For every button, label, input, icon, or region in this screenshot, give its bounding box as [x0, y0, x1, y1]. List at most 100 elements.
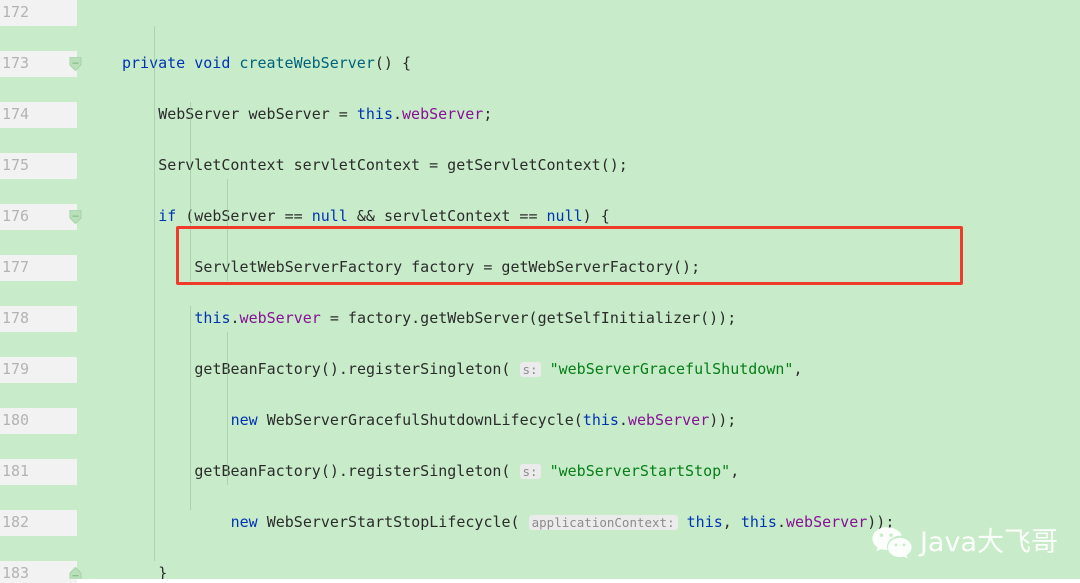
gutter[interactable]: 174	[0, 102, 77, 128]
code-line[interactable]: 181 getBeanFactory().registerSingleton( s…	[0, 459, 1080, 485]
code-token-pln: .	[776, 513, 786, 531]
code-token-pln: getBeanFactory().registerSingleton(	[194, 462, 511, 480]
code-line-text: getBeanFactory().registerSingleton( s: "…	[194, 357, 802, 383]
line-number: 174	[2, 105, 30, 123]
code-token-pln: ServletContext servletContext = getServl…	[158, 156, 628, 174]
code-token-kw: this	[194, 309, 231, 327]
gutter[interactable]: 181	[0, 459, 77, 485]
line-number: 172	[2, 3, 30, 21]
code-token-kw: if	[158, 207, 177, 225]
code-token-pln: ,	[730, 462, 740, 480]
code-line[interactable]: 172	[0, 0, 1080, 26]
code-token-pln: .	[618, 411, 628, 429]
code-token-pln: ) {	[582, 207, 610, 225]
code-token-kw: null	[546, 207, 583, 225]
code-line-text: new WebServerStartStopLifecycle( applica…	[231, 510, 895, 536]
gutter[interactable]: 179	[0, 357, 77, 383]
code-token-pln	[510, 462, 519, 480]
code-line-background	[77, 0, 1080, 26]
code-line-text: this.webServer = factory.getWebServer(ge…	[194, 306, 736, 332]
line-number: 175	[2, 156, 30, 174]
line-number: 180	[2, 411, 30, 429]
code-token-pln: ;	[483, 105, 493, 123]
code-line[interactable]: 177 ServletWebServerFactory factory = get…	[0, 255, 1080, 281]
code-token-kw: new	[230, 513, 258, 531]
code-token-kw: this	[356, 105, 393, 123]
code-line-text: ServletWebServerFactory factory = getWeb…	[194, 255, 700, 281]
code-token-pln: ));	[709, 411, 737, 429]
code-token-hint: s:	[519, 464, 541, 479]
code-token-pln: .	[230, 309, 240, 327]
gutter[interactable]: 172	[0, 0, 77, 26]
code-editor-viewport[interactable]: 172 173 private void createWebServer() {17…	[0, 0, 1080, 583]
code-token-fld: webServer	[786, 513, 868, 531]
gutter[interactable]: 178	[0, 306, 77, 332]
code-token-pln	[520, 513, 529, 531]
code-token-hint: s:	[519, 362, 541, 377]
line-number: 178	[2, 309, 30, 327]
code-line[interactable]: 178 this.webServer = factory.getWebServer…	[0, 306, 1080, 332]
code-token-kw: new	[230, 411, 258, 429]
code-token-pln	[678, 513, 687, 531]
code-token-pln: && servletContext ==	[347, 207, 547, 225]
code-token-pln: () {	[374, 54, 411, 72]
code-token-pln: ,	[722, 513, 741, 531]
gutter[interactable]: 177	[0, 255, 77, 281]
code-token-pln: ,	[793, 360, 803, 378]
code-token-pln	[541, 360, 550, 378]
code-token-fld: webServer	[239, 309, 321, 327]
code-line[interactable]: 174 WebServer webServer = this.webServer;	[0, 102, 1080, 128]
code-token-pln: getBeanFactory().registerSingleton(	[194, 360, 511, 378]
code-token-kw: this	[686, 513, 723, 531]
code-token-str: "webServerStartStop"	[549, 462, 731, 480]
code-token-kw: null	[311, 207, 348, 225]
line-number: 179	[2, 360, 30, 378]
gutter[interactable]: 173	[0, 51, 82, 77]
code-line-text: private void createWebServer() {	[122, 51, 411, 77]
gutter[interactable]: 180	[0, 408, 77, 434]
code-token-mdecl: createWebServer	[239, 54, 375, 72]
code-line-text: ServletContext servletContext = getServl…	[158, 153, 628, 179]
gutter[interactable]: 182	[0, 510, 77, 536]
viewport-bottom-edge-gutter	[0, 579, 77, 583]
code-line[interactable]: 179 getBeanFactory().registerSingleton( s…	[0, 357, 1080, 383]
code-token-pln	[510, 360, 519, 378]
code-token-pln: ));	[867, 513, 895, 531]
line-number: 177	[2, 258, 30, 276]
line-number: 182	[2, 513, 30, 531]
code-line-text: getBeanFactory().registerSingleton( s: "…	[194, 459, 739, 485]
code-token-kw: void	[194, 54, 231, 72]
code-token-pln: (webServer ==	[176, 207, 312, 225]
code-token-pln: WebServer webServer =	[158, 105, 357, 123]
code-token-pln	[185, 54, 194, 72]
code-line[interactable]: 176 if (webServer == null && servletConte…	[0, 204, 1080, 230]
gutter-divider	[76, 0, 77, 583]
code-token-pln	[541, 462, 550, 480]
line-number: 176	[2, 207, 30, 225]
code-token-kw: private	[122, 54, 186, 72]
code-line-text: new WebServerGracefulShutdownLifecycle(t…	[231, 408, 737, 434]
code-line[interactable]: 182 new WebServerStartStopLifecycle( appl…	[0, 510, 1080, 536]
code-token-pln: WebServerGracefulShutdownLifecycle(	[257, 411, 583, 429]
code-line-text: WebServer webServer = this.webServer;	[158, 102, 492, 128]
code-line[interactable]: 175 ServletContext servletContext = getSe…	[0, 153, 1080, 179]
code-token-hint: applicationContext:	[528, 515, 678, 530]
gutter[interactable]: 175	[0, 153, 77, 179]
line-number: 181	[2, 462, 30, 480]
viewport-bottom-edge	[0, 579, 1080, 583]
code-token-pln: WebServerStartStopLifecycle(	[257, 513, 520, 531]
code-token-pln: = factory.getWebServer(getSelfInitialize…	[320, 309, 737, 327]
code-line[interactable]: 180 new WebServerGracefulShutdownLifecycl…	[0, 408, 1080, 434]
line-number: 173	[2, 54, 30, 72]
code-token-fld: webServer	[627, 411, 710, 429]
code-token-pln: ServletWebServerFactory factory = getWeb…	[194, 258, 701, 276]
gutter[interactable]: 176	[0, 204, 82, 230]
code-token-fld: webServer	[402, 105, 484, 123]
code-line[interactable]: 173 private void createWebServer() {	[0, 51, 1080, 77]
code-lines-container[interactable]: 172 173 private void createWebServer() {17…	[0, 0, 1080, 583]
code-token-pln: .	[393, 105, 403, 123]
code-line-text: if (webServer == null && servletContext …	[158, 204, 610, 230]
code-token-str: "webServerGracefulShutdown"	[549, 360, 794, 378]
code-token-kw: this	[582, 411, 619, 429]
code-token-kw: this	[740, 513, 777, 531]
